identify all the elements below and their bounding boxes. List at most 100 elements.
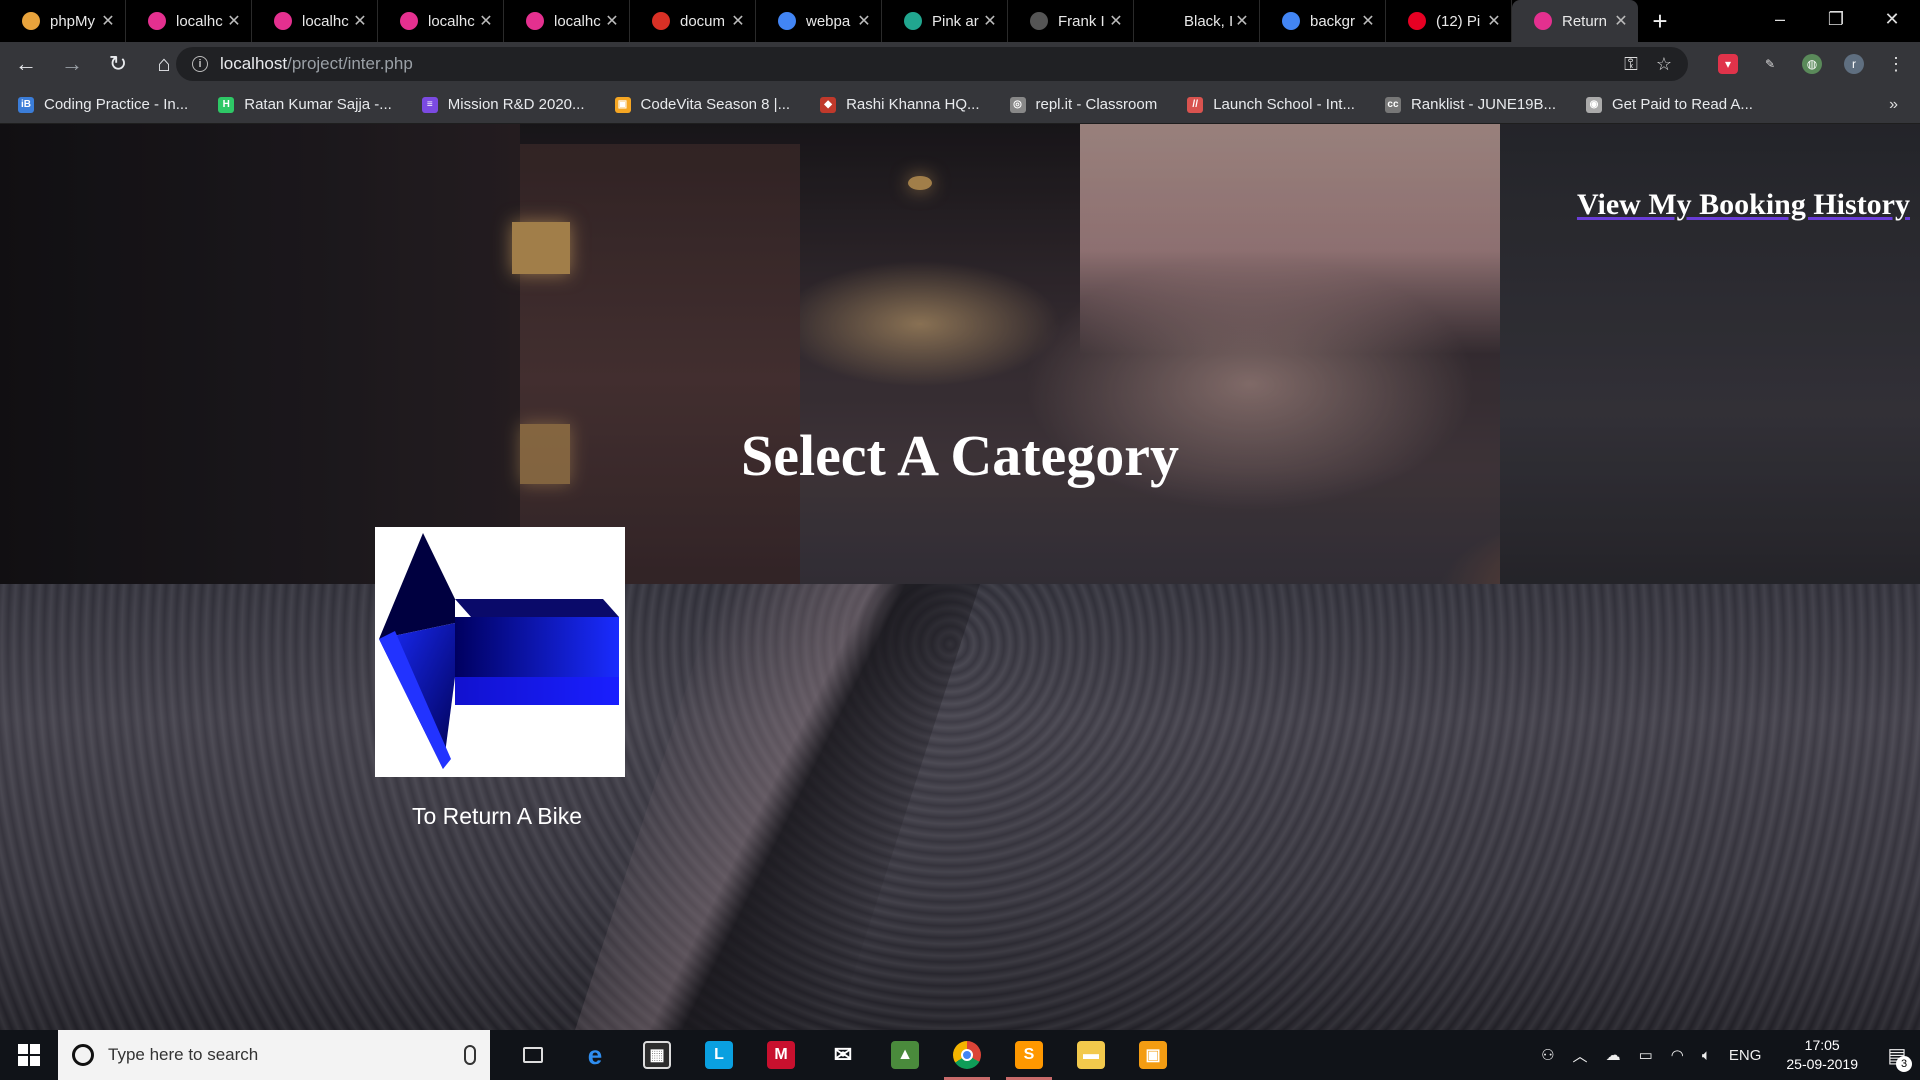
browser-tab[interactable]: phpMy ✕ (0, 0, 126, 42)
tab-favicon (904, 12, 922, 30)
image-viewer-icon[interactable]: ▲ (874, 1030, 936, 1080)
tab-title: phpMy (50, 12, 96, 30)
taskbar-search-box[interactable]: Type here to search (58, 1030, 490, 1080)
close-tab-icon[interactable]: ✕ (477, 11, 495, 31)
browser-tab[interactable]: Pink ar ✕ (882, 0, 1008, 42)
wifi-icon[interactable]: ◠ (1671, 1046, 1684, 1064)
tab-title: localhc (176, 12, 223, 30)
tab-title: Black, I (1184, 12, 1233, 30)
browser-tab[interactable]: Black, I ✕ (1134, 0, 1260, 42)
tab-favicon (148, 12, 166, 30)
bookmark-item[interactable]: //Launch School - Int... (1187, 96, 1355, 113)
tab-favicon (1408, 12, 1426, 30)
action-center-button[interactable]: ▤ 3 (1874, 1030, 1920, 1080)
tab-favicon (1030, 12, 1048, 30)
store-icon[interactable]: ▦ (626, 1030, 688, 1080)
tab-title: (12) Pi (1436, 12, 1481, 30)
browser-tab[interactable]: (12) Pi ✕ (1386, 0, 1512, 42)
task-view-icon[interactable] (502, 1030, 564, 1080)
l-app-icon[interactable]: L (688, 1030, 750, 1080)
close-tab-icon[interactable]: ✕ (1107, 11, 1125, 31)
browser-tab[interactable]: docum ✕ (630, 0, 756, 42)
sublime-text-icon[interactable]: S (998, 1030, 1060, 1080)
close-tab-icon[interactable]: ✕ (225, 11, 243, 31)
close-tab-icon[interactable]: ✕ (351, 11, 369, 31)
bookmarks-overflow-icon[interactable]: » (1889, 96, 1898, 114)
language-indicator[interactable]: ENG (1729, 1047, 1762, 1064)
bookmark-favicon: iB (18, 96, 34, 113)
browser-tab[interactable]: localhc ✕ (126, 0, 252, 42)
tab-title: backgr (1310, 12, 1356, 30)
close-tab-icon[interactable]: ✕ (1233, 11, 1251, 31)
windows-start-button[interactable] (0, 1030, 58, 1080)
bookmark-item[interactable]: ◉ Get Paid to Read A... (1586, 96, 1753, 113)
new-tab-button[interactable]: + (1638, 0, 1682, 42)
page-background: View My Booking History Select A Categor… (0, 124, 1920, 1030)
profile-avatar[interactable]: r (1844, 54, 1864, 74)
extensions-area: ▾ ✎ ◍ r ⋮ (1718, 48, 1906, 80)
restore-icon[interactable]: ❐ (1808, 0, 1864, 38)
star-icon[interactable]: ☆ (1656, 54, 1672, 75)
tab-title: docum (680, 12, 726, 30)
left-arrow-icon[interactable] (375, 527, 625, 777)
site-info-icon[interactable]: i (192, 56, 208, 72)
reload-icon[interactable]: ↻ (98, 44, 138, 84)
tab-favicon (22, 12, 40, 30)
close-tab-icon[interactable]: ✕ (1359, 11, 1377, 31)
browser-tab[interactable]: Frank I ✕ (1008, 0, 1134, 42)
battery-icon[interactable]: ▭ (1639, 1046, 1653, 1064)
close-tab-icon[interactable]: ✕ (855, 11, 873, 31)
close-tab-icon[interactable]: ✕ (99, 11, 117, 31)
close-tab-icon[interactable]: ✕ (729, 11, 747, 31)
category-label[interactable]: To Return A Bike (369, 803, 625, 830)
browser-tab[interactable]: backgr ✕ (1260, 0, 1386, 42)
browser-tab[interactable]: localhc ✕ (252, 0, 378, 42)
pen-extension-icon[interactable]: ✎ (1760, 54, 1780, 74)
booking-history-link[interactable]: View My Booking History (1577, 188, 1910, 222)
taskbar-clock[interactable]: 17:05 25-09-2019 (1786, 1036, 1858, 1074)
browser-tab-active[interactable]: Return ✕ (1512, 0, 1638, 42)
bookmark-item[interactable]: ◎ repl.it - Classroom (1009, 96, 1157, 113)
close-tab-icon[interactable]: ✕ (1485, 11, 1503, 31)
tab-title: localhc (302, 12, 349, 30)
back-icon[interactable]: ← (6, 44, 46, 84)
close-tab-icon[interactable]: ✕ (1612, 11, 1630, 31)
tab-strip: phpMy ✕ localhc ✕ localhc ✕ localhc ✕ localh… (0, 0, 1920, 42)
bookmark-item[interactable]: ≡ Mission R&D 2020... (421, 96, 585, 113)
tab-favicon (400, 12, 418, 30)
forward-icon[interactable]: → (52, 44, 92, 84)
browser-tab[interactable]: localhc ✕ (378, 0, 504, 42)
package-app-icon[interactable]: ▣ (1122, 1030, 1184, 1080)
bookmark-item[interactable]: cc Ranklist - JUNE19B... (1384, 96, 1556, 113)
tab-favicon (652, 12, 670, 30)
tab-favicon (1282, 12, 1300, 30)
onedrive-icon[interactable]: ☁ (1606, 1046, 1621, 1064)
url-text[interactable]: localhost/project/inter.php (220, 54, 1606, 74)
bookmark-item[interactable]: ▣ CodeVita Season 8 |... (614, 96, 790, 113)
close-tab-icon[interactable]: ✕ (981, 11, 999, 31)
pocket-extension-icon[interactable]: ▾ (1718, 54, 1738, 74)
bookmark-item[interactable]: iB Coding Practice - In... (18, 96, 188, 113)
show-hidden-icons-icon[interactable]: ︿ (1573, 1045, 1588, 1066)
file-explorer-icon[interactable]: ▬ (1060, 1030, 1122, 1080)
return-bike-category[interactable]: To Return A Bike (375, 527, 625, 830)
browser-tab[interactable]: webpa ✕ (756, 0, 882, 42)
bookmark-item[interactable]: ◆ Rashi Khanna HQ... (820, 96, 980, 113)
browser-tab[interactable]: localhc ✕ (504, 0, 630, 42)
volume-icon[interactable]: 🔈︎ (1702, 1047, 1711, 1064)
address-bar[interactable]: i localhost/project/inter.php ⚿ ☆ (176, 47, 1688, 81)
bookmark-item[interactable]: H Ratan Kumar Sajja -... (218, 96, 392, 113)
page-title: Select A Category (740, 423, 1180, 488)
mcafee-icon[interactable]: M (750, 1030, 812, 1080)
microphone-icon[interactable] (464, 1045, 476, 1065)
edge-icon[interactable]: e (564, 1030, 626, 1080)
chrome-icon[interactable] (936, 1030, 998, 1080)
key-icon[interactable]: ⚿ (1624, 54, 1638, 75)
people-icon[interactable]: ⚇ (1541, 1046, 1554, 1064)
globe-extension-icon[interactable]: ◍ (1802, 54, 1822, 74)
close-window-icon[interactable]: ✕ (1864, 0, 1920, 38)
minimize-icon[interactable]: – (1752, 0, 1808, 38)
close-tab-icon[interactable]: ✕ (603, 11, 621, 31)
mail-icon[interactable]: ✉ (812, 1030, 874, 1080)
menu-kebab-icon[interactable]: ⋮ (1886, 54, 1906, 74)
